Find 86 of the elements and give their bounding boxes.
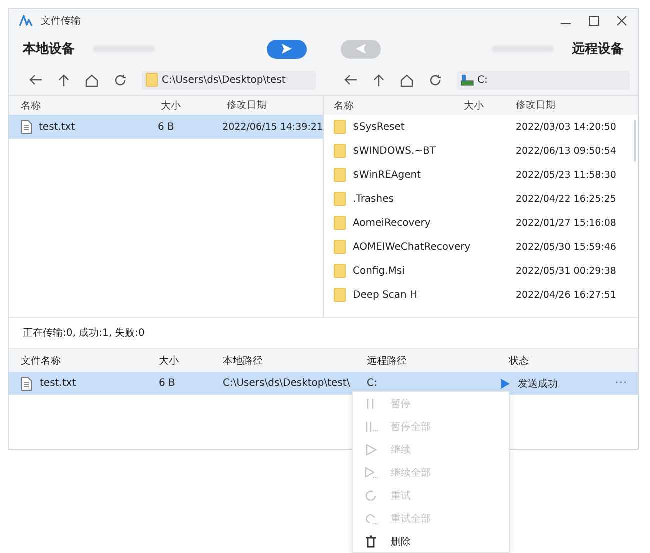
folder-icon (334, 144, 346, 158)
file-row[interactable]: Deep Scan H 2022/04/26 16:27:51 (324, 283, 638, 307)
folder-icon (334, 240, 346, 254)
file-row[interactable]: Config.Msi 2022/05/31 00:29:38 (324, 259, 638, 283)
column-header[interactable]: 大小 (161, 98, 227, 112)
send-button[interactable] (266, 40, 306, 58)
transfer-summary: 正在传输:0, 成功:1, 失败:0 (23, 326, 145, 340)
maximize-icon[interactable] (588, 15, 600, 27)
home-icon[interactable] (85, 74, 99, 86)
menu-item[interactable]: 删除 (353, 530, 509, 552)
retry-icon (364, 488, 379, 502)
column-header[interactable]: 状态 (509, 354, 619, 368)
folder-icon (146, 73, 158, 87)
modified-date: 2022/06/13 09:50:54 (516, 146, 616, 156)
play-icon (364, 442, 379, 456)
device-label: 本地设备 (23, 41, 75, 58)
file-name: test.txt (40, 378, 76, 389)
folder-icon (334, 192, 346, 206)
modified-date: 2022/05/30 15:59:46 (516, 242, 616, 252)
file-name: $WinREAgent (353, 170, 422, 180)
column-header[interactable]: 修改日期 (516, 99, 556, 112)
up-arrow-icon[interactable] (372, 74, 384, 86)
transfer-status: 发送成功 (518, 378, 558, 390)
file-row[interactable]: AOMEIWeChatRecovery 2022/05/30 15:59:46 (324, 235, 638, 259)
folder-icon (334, 264, 346, 278)
file-name: AomeiRecovery (353, 218, 431, 228)
file-row[interactable]: test.txt 6 B 2022/06/15 14:39:21 (9, 115, 323, 139)
file-icon (21, 376, 32, 390)
file-name: Config.Msi (353, 266, 405, 276)
column-header[interactable]: 名称 (9, 98, 161, 112)
file-row[interactable]: AomeiRecovery 2022/01/27 15:16:08 (324, 211, 638, 235)
file-row[interactable]: $WinREAgent 2022/05/23 11:58:30 (324, 163, 638, 187)
folder-icon (334, 120, 346, 134)
local-path: C:\Users\ds\Desktop\test\ (223, 378, 350, 389)
file-name: .Trashes (353, 194, 394, 204)
file-icon (21, 120, 32, 134)
file-name: $SysReset (353, 122, 405, 132)
modified-date: 2022/06/15 14:39:21 (222, 122, 323, 132)
column-header[interactable]: 文件名称 (9, 354, 159, 368)
folder-icon (334, 168, 346, 182)
column-header[interactable]: 名称 (324, 98, 464, 112)
modified-date: 2022/04/22 16:25:25 (516, 194, 616, 204)
right-arrow-icon[interactable] (280, 43, 294, 55)
column-header[interactable]: 修改日期 (227, 99, 267, 112)
column-header[interactable]: 大小 (159, 354, 223, 368)
retry-icon (364, 512, 379, 526)
file-row[interactable]: $SysReset 2022/03/03 14:20:50 (324, 115, 638, 139)
file-name: test.txt (39, 122, 76, 132)
play-icon (501, 378, 510, 388)
file-name: Deep Scan H (353, 290, 418, 300)
app-logo-icon (19, 15, 33, 27)
window-title: 文件传输 (41, 14, 81, 28)
scrollbar-thumb[interactable] (634, 120, 636, 162)
modified-date: 2022/03/03 14:20:50 (516, 122, 616, 132)
modified-date: 2022/01/27 15:16:08 (516, 218, 616, 228)
file-size: 6 B (159, 378, 176, 389)
path-field[interactable]: C:\Users\ds\Desktop\test (142, 70, 316, 90)
up-arrow-icon[interactable] (58, 74, 70, 86)
device-label: 远程设备 (572, 41, 624, 58)
drive-icon (460, 74, 474, 86)
column-header[interactable]: 本地路径 (223, 354, 367, 368)
path-field[interactable]: C: (456, 70, 630, 90)
column-header[interactable]: 远程路径 (367, 354, 509, 368)
refresh-icon[interactable] (114, 74, 127, 86)
pause-icon (364, 420, 379, 434)
file-name: $WINDOWS.~BT (353, 146, 436, 156)
file-row[interactable]: .Trashes 2022/04/22 16:25:25 (324, 187, 638, 211)
close-icon[interactable] (616, 15, 628, 27)
refresh-icon[interactable] (428, 74, 442, 86)
file-row[interactable]: $WINDOWS.~BT 2022/06/13 09:50:54 (324, 139, 638, 163)
play-icon (364, 466, 379, 480)
folder-icon (334, 216, 346, 230)
back-arrow-icon[interactable] (29, 74, 43, 86)
trash-icon (364, 534, 379, 548)
folder-icon (334, 288, 346, 302)
back-arrow-icon[interactable] (344, 74, 358, 86)
transfer-row[interactable]: test.txt 6 B C:\Users\ds\Desktop\test\ C: 发送成功 ··· (9, 372, 638, 395)
modified-date: 2022/05/31 00:29:38 (516, 266, 616, 276)
more-button[interactable]: ··· (615, 378, 628, 389)
column-header[interactable]: 大小 (464, 98, 516, 112)
remote-path: C: (367, 378, 378, 389)
file-size: 6 B (158, 122, 174, 132)
modified-date: 2022/04/26 16:27:51 (516, 290, 616, 300)
modified-date: 2022/05/23 11:58:30 (516, 170, 616, 180)
file-name: AOMEIWeChatRecovery (353, 242, 471, 252)
home-icon[interactable] (400, 74, 414, 86)
